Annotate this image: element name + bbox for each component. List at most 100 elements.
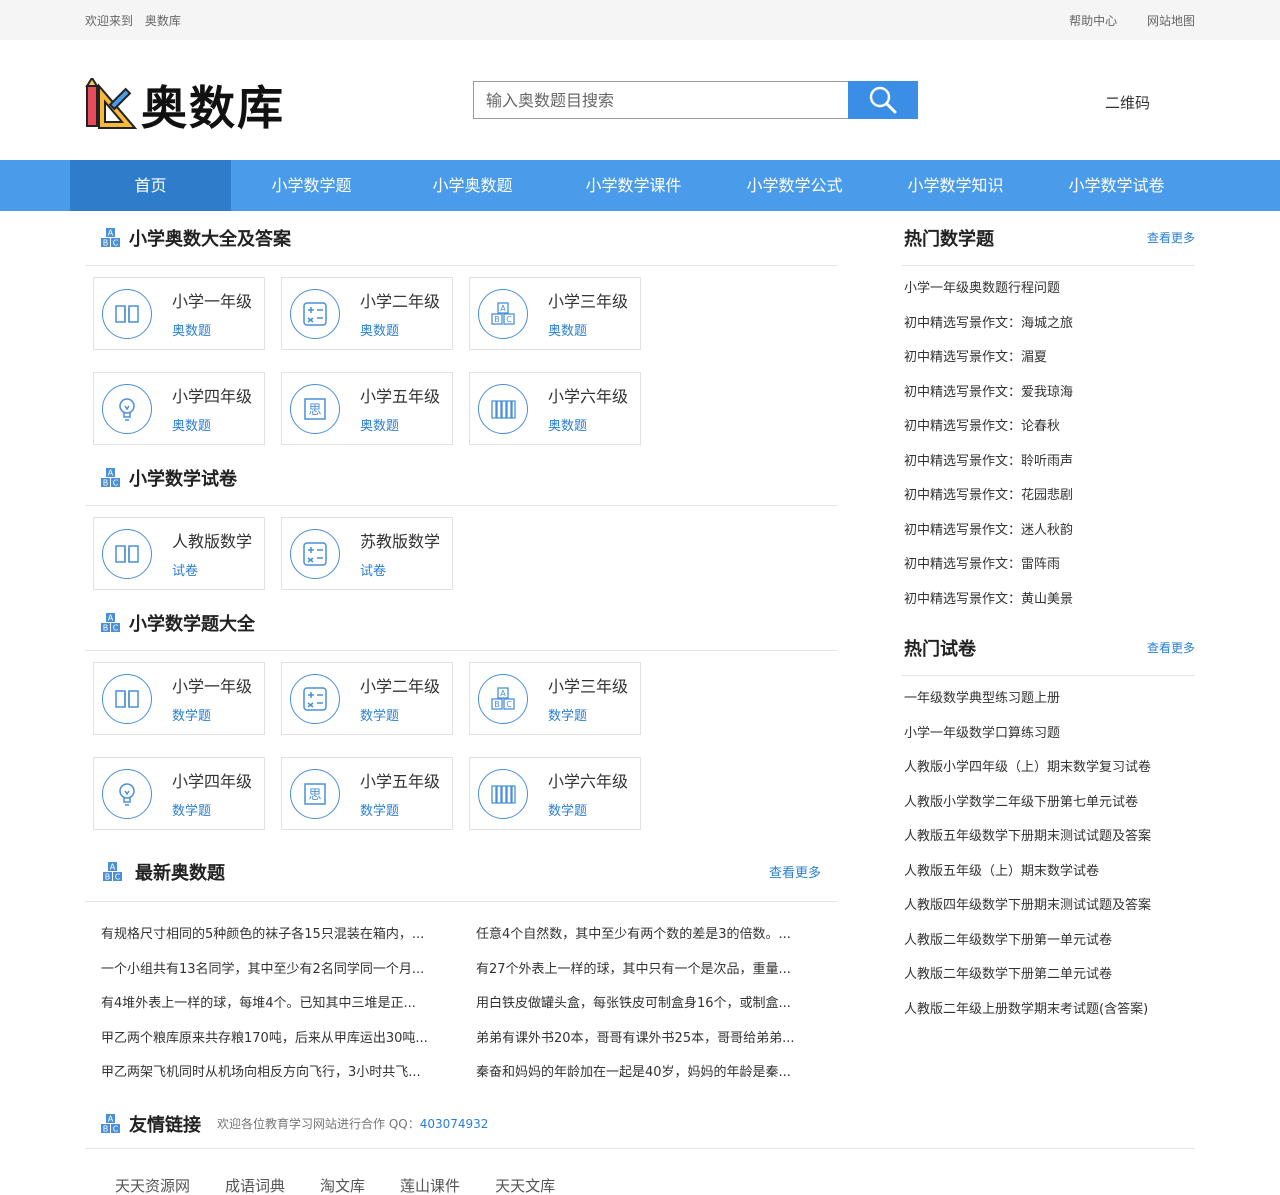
hot-question-item[interactable]: 初中精选写景作文：迷人秋韵: [904, 514, 1195, 549]
main-content: ABC 小学奥数大全及答案 小学一年级 奥数题 小学二年级 奥数题 A B C 小学三年级…: [85, 211, 1195, 1195]
svg-text:B: B: [103, 239, 109, 248]
hot-question-item[interactable]: 初中精选写景作文：海城之旅: [904, 307, 1195, 342]
hot-paper-item[interactable]: 人教版四年级数学下册期末测试试题及答案: [904, 889, 1195, 924]
logo-ruler-pencil-icon: [85, 78, 138, 129]
grade-card[interactable]: 小学一年级 数学题: [93, 662, 265, 735]
hot-paper-item[interactable]: 人教版二年级数学下册第一单元试卷: [904, 924, 1195, 959]
grade-card[interactable]: 小学二年级 奥数题: [281, 277, 453, 350]
latest-item[interactable]: 有4堆外表上一样的球，每堆4个。已知其中三堆是正...: [101, 987, 446, 1022]
sitemap-link[interactable]: 网站地图: [1147, 14, 1195, 28]
latest-item[interactable]: 秦奋和妈妈的年龄加在一起是40岁，妈妈的年龄是秦...: [476, 1056, 821, 1091]
hot-paper-item[interactable]: 小学一年级数学口算练习题: [904, 717, 1195, 752]
hot-paper-item[interactable]: 人教版五年级（上）期末数学试卷: [904, 855, 1195, 890]
nav-olympiad[interactable]: 小学奥数题: [392, 160, 553, 211]
latest-item[interactable]: 有规格尺寸相同的5种颜色的袜子各15只混装在箱内，...: [101, 918, 446, 953]
book-icon: [102, 528, 152, 579]
hot-question-item[interactable]: 初中精选写景作文：黄山美景: [904, 583, 1195, 618]
card-subtitle: 奥数题: [548, 419, 588, 434]
latest-item[interactable]: 一个小组共有13名同学，其中至少有2名同学同一个月...: [101, 953, 446, 988]
grade-card[interactable]: A B C 小学三年级 奥数题: [469, 277, 641, 350]
section-header-olympiad: ABC 小学奥数大全及答案: [85, 211, 837, 266]
hot-papers-more-link[interactable]: 查看更多: [1147, 639, 1195, 656]
svg-text:A: A: [108, 1114, 114, 1123]
latest-item[interactable]: 任意4个自然数，其中至少有两个数的差是3的倍数。...: [476, 918, 821, 953]
friend-link[interactable]: 天天资源网: [115, 1175, 190, 1195]
svg-text:A: A: [110, 862, 116, 871]
hot-paper-item[interactable]: 人教版小学数学二年级下册第七单元试卷: [904, 786, 1195, 821]
abc-icon: AB C: [101, 468, 120, 488]
paper-card[interactable]: 苏教版数学 试卷: [281, 517, 453, 590]
hot-question-item[interactable]: 初中精选写景作文：聆听雨声: [904, 445, 1195, 480]
nav-math-questions[interactable]: 小学数学题: [231, 160, 392, 211]
grade-card[interactable]: A B C 小学三年级 数学题: [469, 662, 641, 735]
main-nav: 首页 小学数学题 小学奥数题 小学数学课件 小学数学公式 小学数学知识 小学数学…: [0, 160, 1280, 211]
grade-card[interactable]: 思 小学五年级 数学题: [281, 757, 453, 830]
grade-card[interactable]: 小学四年级 奥数题: [93, 372, 265, 445]
latest-item[interactable]: 甲乙两架飞机同时从机场向相反方向飞行，3小时共飞...: [101, 1056, 446, 1091]
grade-card[interactable]: 小学二年级 数学题: [281, 662, 453, 735]
latest-item[interactable]: 用白铁皮做罐头盒，每张铁皮可制盒身16个，或制盒...: [476, 987, 821, 1022]
logo[interactable]: 奥数库: [85, 72, 285, 138]
search-input[interactable]: [473, 81, 848, 119]
hot-question-item[interactable]: 初中精选写景作文：花园悲剧: [904, 479, 1195, 514]
card-subtitle: 试卷: [172, 564, 199, 579]
card-title: 小学五年级: [360, 387, 441, 406]
svg-text:A: A: [108, 469, 114, 478]
site-name-link[interactable]: 奥数库: [145, 14, 181, 28]
card-subtitle: 奥数题: [548, 324, 588, 339]
paper-card[interactable]: 人教版数学 试卷: [93, 517, 265, 590]
hot-questions-more-link[interactable]: 查看更多: [1147, 229, 1195, 246]
help-center-link[interactable]: 帮助中心: [1069, 14, 1117, 28]
search-box: [473, 81, 918, 119]
abc-icon: AB C: [101, 613, 120, 633]
card-subtitle: 奥数题: [172, 324, 212, 339]
grade-card[interactable]: 小学一年级 奥数题: [93, 277, 265, 350]
nav-papers[interactable]: 小学数学试卷: [1036, 160, 1197, 211]
header: 奥数库 二维码: [0, 40, 1280, 160]
hot-questions-header: 热门数学题 查看更多: [902, 211, 1195, 266]
right-sidebar: 热门数学题 查看更多 小学一年级奥数题行程问题 初中精选写景作文：海城之旅 初中…: [902, 211, 1195, 1027]
hot-question-item[interactable]: 初中精选写景作文：雷阵雨: [904, 548, 1195, 583]
grade-card[interactable]: 小学六年级 数学题: [469, 757, 641, 830]
hot-paper-item[interactable]: 人教版小学四年级（上）期末数学复习试卷: [904, 751, 1195, 786]
friend-link[interactable]: 莲山课件: [400, 1175, 460, 1195]
latest-item[interactable]: 有27个外表上一样的球，其中只有一个是次品，重量...: [476, 953, 821, 988]
calculator-icon: [290, 288, 340, 339]
latest-more-link[interactable]: 查看更多: [769, 862, 821, 881]
hot-paper-item[interactable]: 一年级数学典型练习题上册: [904, 682, 1195, 717]
hot-question-item[interactable]: 初中精选写景作文：湄夏: [904, 341, 1195, 376]
grade-card[interactable]: 思 小学五年级 奥数题: [281, 372, 453, 445]
hot-paper-item[interactable]: 人教版五年级数学下册期末测试试题及答案: [904, 820, 1195, 855]
card-subtitle: 数学题: [172, 709, 212, 724]
latest-item[interactable]: 弟弟有课外书20本，哥哥有课外书25本，哥哥给弟弟...: [476, 1022, 821, 1057]
friend-link[interactable]: 天天文库: [495, 1175, 555, 1195]
svg-text:B: B: [103, 624, 109, 633]
hot-question-item[interactable]: 初中精选写景作文：论春秋: [904, 410, 1195, 445]
sidebar-title: 热门试卷: [904, 639, 976, 660]
grade-card[interactable]: 小学六年级 奥数题: [469, 372, 641, 445]
search-button[interactable]: [848, 81, 918, 119]
welcome-text: 欢迎来到: [85, 13, 134, 28]
friend-link[interactable]: 成语词典: [225, 1175, 285, 1195]
hot-question-item[interactable]: 初中精选写景作文：爱我琼海: [904, 376, 1195, 411]
nav-knowledge[interactable]: 小学数学知识: [875, 160, 1036, 211]
qrcode-link[interactable]: 二维码: [1105, 92, 1150, 113]
card-subtitle: 奥数题: [172, 419, 212, 434]
card-subtitle: 奥数题: [360, 419, 400, 434]
hot-paper-item[interactable]: 人教版二年级上册数学期末考试题(含答案): [904, 993, 1195, 1028]
card-title: 小学六年级: [548, 772, 629, 791]
hot-paper-item[interactable]: 人教版二年级数学下册第二单元试卷: [904, 958, 1195, 993]
section-title: 小学数学试卷: [129, 469, 237, 490]
svg-text:A: A: [500, 304, 506, 313]
grade-card[interactable]: 小学四年级 数学题: [93, 757, 265, 830]
svg-text:C: C: [506, 700, 512, 709]
nav-courseware[interactable]: 小学数学课件: [553, 160, 714, 211]
hot-question-item[interactable]: 小学一年级奥数题行程问题: [904, 272, 1195, 307]
svg-text:A: A: [108, 614, 114, 623]
latest-item[interactable]: 甲乙两个粮库原来共存粮170吨，后来从甲库运出30吨...: [101, 1022, 446, 1057]
nav-home[interactable]: 首页: [70, 160, 231, 211]
friend-link[interactable]: 淘文库: [320, 1175, 365, 1195]
section-title: 友情链接: [129, 1114, 201, 1136]
calculator-icon: [290, 673, 340, 724]
nav-formulas[interactable]: 小学数学公式: [714, 160, 875, 211]
